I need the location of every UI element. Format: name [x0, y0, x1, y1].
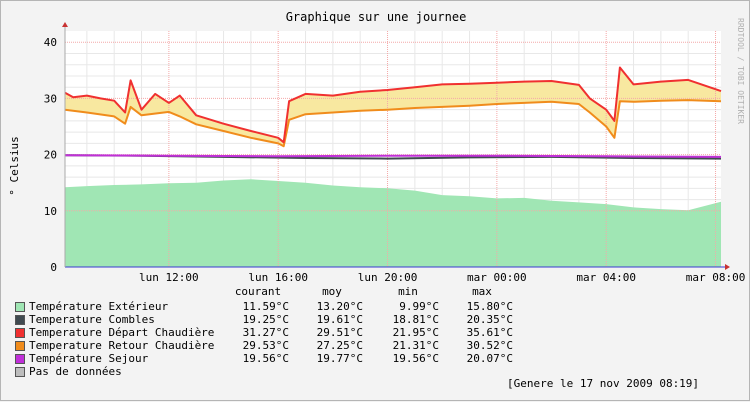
value-min: 9.99°C [399, 300, 439, 313]
header-courant: courant [234, 285, 282, 298]
legend-swatch-sejour [15, 354, 25, 364]
value-moy: 19.61°C [316, 313, 363, 326]
y-tick-label: 10 [44, 205, 57, 218]
legend-label: Temperature Combles [29, 313, 155, 326]
legend-swatch-pas-de-donnees [15, 367, 25, 377]
y-tick-label: 0 [50, 261, 57, 274]
value-min: 19.56°C [392, 352, 439, 365]
value-courant: 11.59°C [242, 300, 289, 313]
value-courant: 19.56°C [242, 352, 289, 365]
legend-label: Température Sejour [29, 352, 149, 365]
plot-area: 0 10 20 30 40 lun 12:00 lun 16:00 lun 20:00 mar … [44, 22, 746, 284]
y-tick-label: 20 [44, 149, 57, 162]
generated-timestamp: [Genere le 17 nov 2009 08:19] [507, 377, 700, 390]
value-max: 20.07°C [466, 352, 513, 365]
x-tick-label: lun 12:00 [139, 271, 199, 284]
watermark-text: RRDTOOL / TOBI OETIKER [736, 18, 745, 124]
y-axis-arrow [62, 22, 68, 27]
x-axis-arrow [725, 264, 730, 270]
x-tick-label: lun 16:00 [248, 271, 308, 284]
legend-swatch-depart [15, 328, 25, 338]
value-min: 18.81°C [392, 313, 439, 326]
y-tick-label: 30 [44, 92, 57, 105]
value-moy: 13.20°C [316, 300, 363, 313]
legend-label: Pas de données [29, 365, 122, 378]
header-min: min [398, 285, 418, 298]
value-courant: 19.25°C [242, 313, 289, 326]
series-sejour-line [64, 154, 722, 158]
x-tick-label: mar 00:00 [467, 271, 527, 284]
chart-title: Graphique sur une journee [286, 10, 467, 24]
value-max: 15.80°C [466, 300, 513, 313]
header-max: max [472, 285, 492, 298]
y-tick-label: 40 [44, 36, 57, 49]
x-tick-label: mar 08:00 [686, 271, 746, 284]
x-tick-label: lun 20:00 [358, 271, 418, 284]
legend-swatch-exterieur [15, 302, 25, 312]
value-min: 21.31°C [392, 339, 439, 352]
legend-label: Température Extérieur [29, 300, 169, 313]
value-min: 21.95°C [392, 326, 439, 339]
value-courant: 29.53°C [242, 339, 289, 352]
value-moy: 29.51°C [316, 326, 363, 339]
value-max: 20.35°C [466, 313, 513, 326]
chart-frame: Graphique sur une journee ° Celsius RRDT… [0, 0, 750, 401]
y-axis-label: ° Celsius [8, 136, 21, 196]
legend-swatch-retour [15, 341, 25, 351]
value-moy: 19.77°C [316, 352, 363, 365]
value-max: 30.52°C [466, 339, 513, 352]
legend-swatch-combles [15, 315, 25, 325]
value-courant: 31.27°C [242, 326, 289, 339]
legend-label: Temperature Retour Chaudière [29, 339, 215, 352]
value-moy: 27.25°C [316, 339, 363, 352]
x-tick-label: mar 04:00 [576, 271, 636, 284]
legend-label: Temperature Départ Chaudière [29, 326, 215, 339]
header-moy: moy [322, 285, 342, 298]
value-max: 35.61°C [466, 326, 513, 339]
